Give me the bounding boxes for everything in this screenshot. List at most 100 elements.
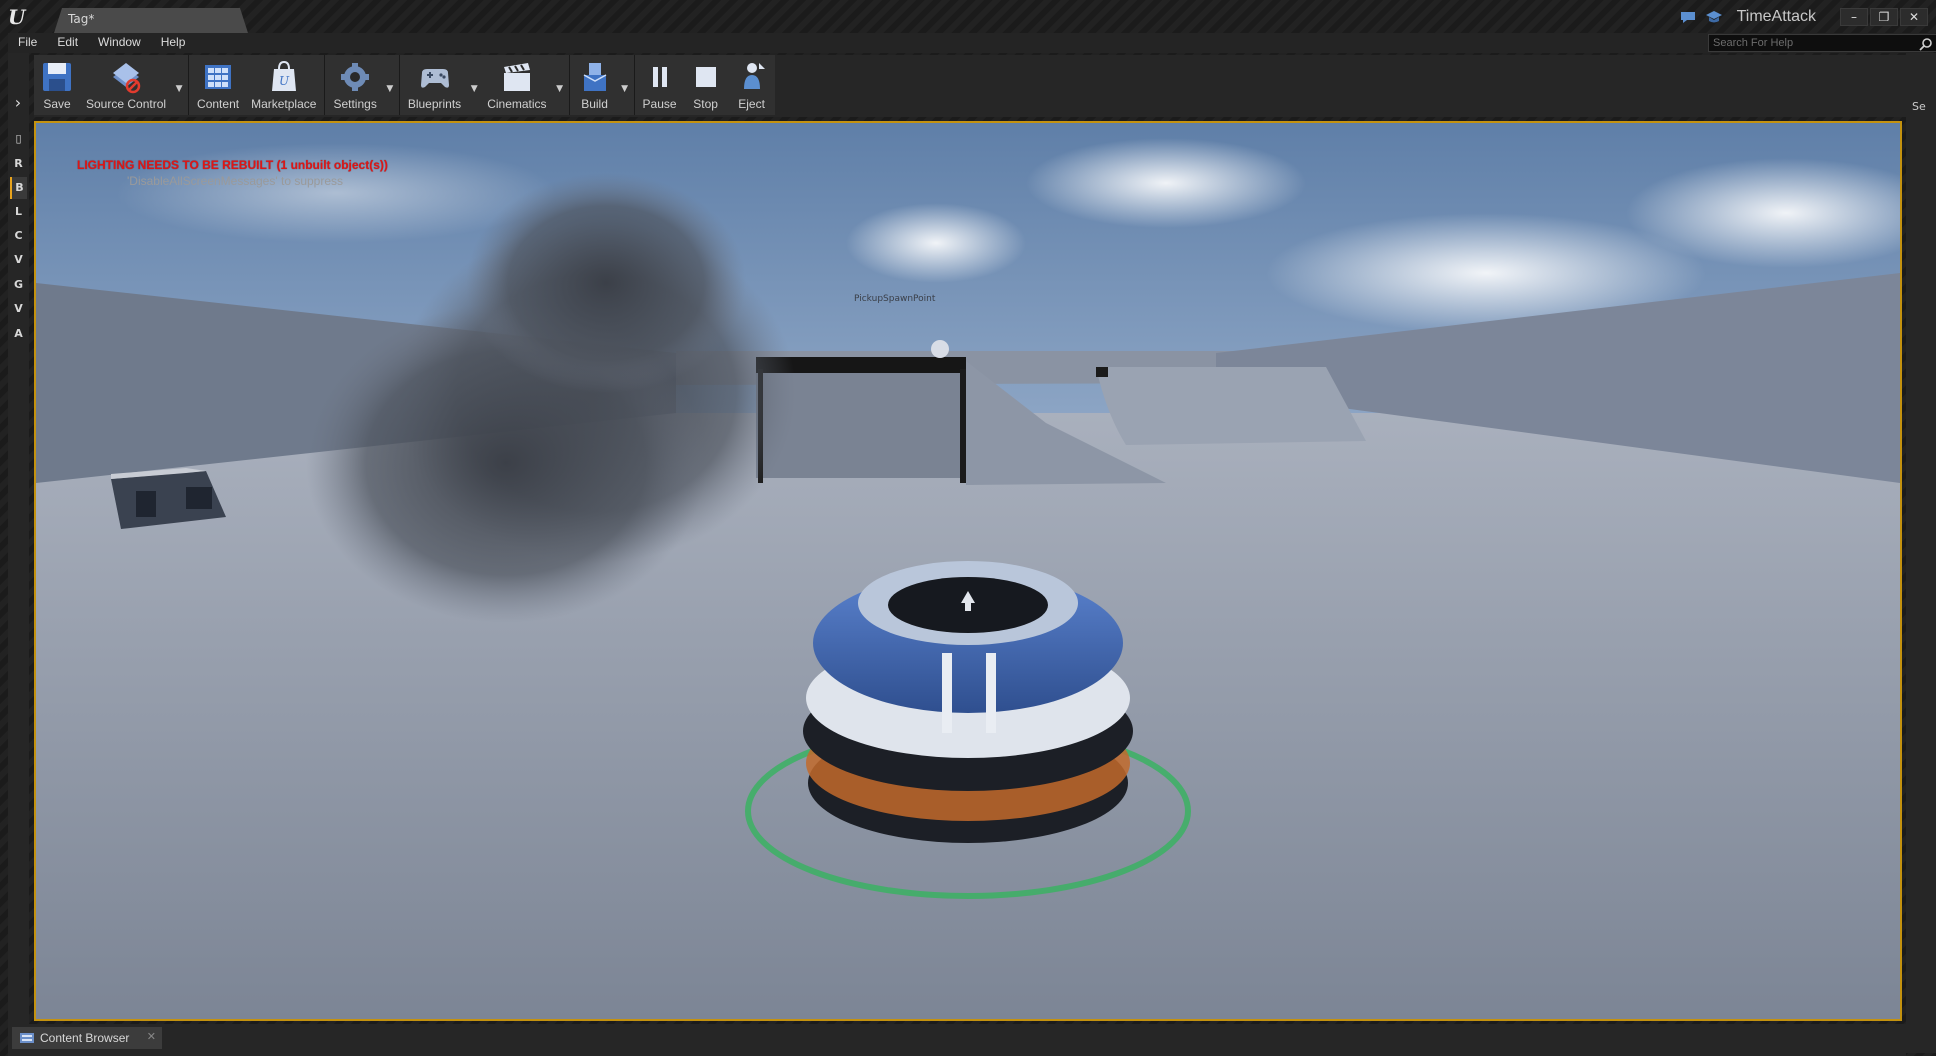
menu-file[interactable]: File [18, 35, 37, 49]
blueprints-button[interactable]: Blueprints [402, 55, 467, 115]
blueprints-label: Blueprints [407, 97, 462, 111]
source-control-dropdown-icon[interactable]: ▼ [172, 55, 186, 115]
toolbar-separator [324, 55, 326, 115]
mode-tab-v1[interactable]: V [10, 249, 27, 271]
floppy-disk-icon [43, 63, 71, 91]
gate-post [960, 369, 966, 483]
right-panel-tab[interactable]: Se [1912, 100, 1926, 113]
smoke-cloud [466, 173, 746, 393]
ramp-edge [1096, 367, 1108, 377]
toolbar-separator [568, 55, 570, 115]
level-viewport[interactable]: PickupSpawnPoint LIGHTING NEEDS TO BE RE… [34, 121, 1902, 1021]
build-button[interactable]: Build [572, 55, 618, 115]
cloud [1026, 138, 1306, 228]
settings-button[interactable]: Settings [327, 55, 382, 115]
eject-label: Eject [738, 97, 765, 111]
suppress-hint-message: 'DisableAllScreenMessages' to suppress [127, 174, 344, 188]
level-tab[interactable]: Tag* [54, 8, 248, 33]
help-search-input[interactable] [1713, 36, 1913, 50]
svg-text:U: U [279, 74, 290, 88]
mode-tab-r[interactable]: R [10, 153, 27, 175]
modes-panel-collapsed: › ▯ R B L C V G V A [8, 53, 29, 1053]
content-label: Content [197, 97, 240, 111]
pause-label: Pause [642, 97, 677, 111]
source-control-button[interactable]: Source Control [80, 55, 172, 115]
toolbar-separator [188, 55, 190, 115]
title-bar-right: TimeAttack – ❐ ✕ [1679, 4, 1936, 30]
search-icon[interactable] [1919, 37, 1933, 51]
mode-tab-c[interactable]: C [10, 225, 27, 247]
crate-panel [186, 487, 212, 509]
pickup-spawn-label: PickupSpawnPoint [854, 294, 936, 304]
source-control-disabled-icon [113, 63, 141, 94]
menu-help[interactable]: Help [161, 35, 186, 49]
close-tab-icon[interactable]: ✕ [147, 1030, 156, 1043]
content-browser-label: Content Browser [40, 1031, 130, 1045]
mode-tab-a[interactable]: A [10, 323, 27, 345]
source-control-label: Source Control [86, 97, 167, 111]
content-browser-icon [20, 1033, 34, 1043]
mode-tab-b[interactable]: B [10, 177, 27, 199]
title-bar: U Tag* TimeAttack – ❐ ✕ [0, 0, 1936, 33]
pawn-stripe [986, 653, 996, 733]
unreal-logo-icon[interactable]: U [8, 6, 32, 28]
expand-panel-icon[interactable]: › [10, 93, 26, 113]
marketplace-button[interactable]: U Marketplace [245, 55, 322, 115]
game-scene[interactable]: PickupSpawnPoint [36, 123, 1900, 1019]
build-label: Build [581, 97, 608, 111]
pause-button[interactable]: Pause [637, 55, 683, 115]
menu-bar: File Edit Window Help [8, 33, 1936, 53]
marketplace-label: Marketplace [251, 97, 317, 111]
settings-label: Settings [333, 97, 377, 111]
mode-tab-g[interactable]: G [10, 274, 27, 296]
settings-gears-icon [341, 63, 370, 91]
lighting-warning-message: LIGHTING NEEDS TO BE REBUILT (1 unbuilt … [77, 158, 388, 172]
stop-button[interactable]: Stop [683, 55, 729, 115]
mode-tab-v2[interactable]: V [10, 298, 27, 320]
cinematics-button[interactable]: Cinematics [481, 55, 552, 115]
minimize-button[interactable]: – [1840, 8, 1868, 26]
blueprints-dropdown-icon[interactable]: ▼ [467, 55, 481, 115]
gamepad-icon [420, 69, 449, 88]
save-label: Save [43, 97, 71, 111]
close-button[interactable]: ✕ [1900, 8, 1928, 26]
pause-icon [652, 67, 667, 87]
pawn-stripe [942, 653, 952, 733]
bottom-drawer-bar: Content Browser ✕ [8, 1024, 1906, 1056]
cinematics-label: Cinematics [487, 97, 547, 111]
mode-tab-placement[interactable]: ▯ [10, 128, 27, 150]
toolbar-separator [633, 55, 635, 115]
crate-panel [136, 491, 156, 517]
project-name: TimeAttack [1736, 8, 1816, 25]
clapperboard-icon [503, 63, 530, 91]
level-toolbar: Save Source Control ▼ Content U Marketpl… [34, 55, 1906, 117]
cinematics-dropdown-icon[interactable]: ▼ [553, 55, 567, 115]
help-search-box [1708, 34, 1936, 52]
stop-icon [695, 67, 716, 87]
pickup-orb[interactable] [931, 340, 949, 358]
menu-window[interactable]: Window [98, 35, 141, 49]
marketplace-bag-icon: U [271, 60, 296, 91]
build-boxes-icon [583, 63, 606, 91]
content-button[interactable]: Content [191, 55, 245, 115]
eject-button[interactable]: Eject [729, 55, 775, 115]
details-panel-collapsed: Se [1906, 53, 1936, 1053]
ramp-right [1096, 367, 1366, 445]
restore-button[interactable]: ❐ [1870, 8, 1898, 26]
toolbar-separator [398, 55, 400, 115]
content-browser-tab[interactable]: Content Browser ✕ [12, 1027, 162, 1049]
feedback-icon[interactable] [1679, 10, 1697, 24]
stop-label: Stop [693, 97, 718, 111]
window-controls: – ❐ ✕ [1838, 8, 1928, 26]
level-tab-label: Tag* [68, 12, 95, 26]
learn-icon[interactable] [1705, 10, 1723, 24]
settings-dropdown-icon[interactable]: ▼ [383, 55, 397, 115]
mode-tab-l[interactable]: L [10, 201, 27, 223]
build-dropdown-icon[interactable]: ▼ [618, 55, 632, 115]
menu-edit[interactable]: Edit [57, 35, 78, 49]
save-button[interactable]: Save [34, 55, 80, 115]
unreal-editor-window: U Tag* TimeAttack – ❐ ✕ File Edit Window… [0, 0, 1936, 1056]
cloud [846, 203, 1026, 283]
eject-person-icon [743, 63, 765, 89]
content-grid-icon [205, 65, 232, 89]
